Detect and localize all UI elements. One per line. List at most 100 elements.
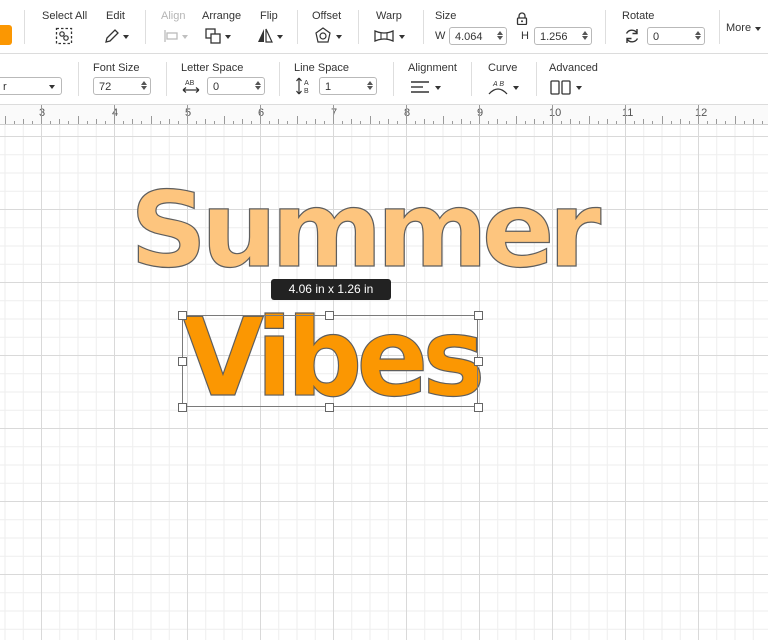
offset-caret-icon <box>336 35 342 39</box>
separator <box>166 62 167 96</box>
align-button[interactable]: Align <box>155 0 195 53</box>
separator <box>536 62 537 96</box>
offset-label: Offset <box>312 10 342 22</box>
alignment-button[interactable]: Alignment <box>405 54 463 102</box>
ruler-tick <box>670 121 672 124</box>
ruler-tick <box>296 116 298 124</box>
ruler-tick <box>150 116 152 124</box>
arrange-label: Arrange <box>202 10 242 22</box>
ruler-tick <box>232 121 234 124</box>
ruler-number: 11 <box>622 107 634 119</box>
letter-space-stepper[interactable] <box>254 80 262 94</box>
letter-space-input[interactable]: 0 <box>207 77 265 95</box>
ruler-tick <box>570 119 572 124</box>
rotate-stepper[interactable] <box>694 30 702 44</box>
height-label: H <box>521 30 529 42</box>
advanced-button[interactable]: Advanced <box>546 54 606 102</box>
ruler-tick <box>634 121 636 124</box>
width-input[interactable]: 4.064 <box>449 27 507 45</box>
warp-button[interactable]: Warp <box>368 0 416 53</box>
ruler-tick <box>168 119 170 124</box>
ruler-tick <box>488 121 490 124</box>
separator <box>279 62 280 96</box>
curve-caret-icon <box>513 86 519 90</box>
selection-box[interactable] <box>182 315 478 407</box>
ruler-tick <box>707 121 709 124</box>
align-left-icon <box>411 81 429 93</box>
summer-text[interactable]: Summer <box>129 177 601 282</box>
ruler-tick <box>95 119 97 124</box>
flip-icon <box>258 28 273 43</box>
line-space-icon: A B <box>296 77 309 95</box>
font-size-input[interactable]: 72 <box>93 77 151 95</box>
curve-button[interactable]: Curve A B <box>484 54 528 102</box>
resize-handle-right[interactable] <box>474 357 483 366</box>
ruler-tick <box>123 121 125 124</box>
arrange-button[interactable]: Arrange <box>198 0 246 53</box>
ruler-tick <box>433 121 435 124</box>
alignment-caret-icon <box>435 86 441 90</box>
resize-handle-bottom[interactable] <box>325 403 334 412</box>
ruler-tick <box>661 116 663 124</box>
resize-handle-top-right[interactable] <box>474 311 483 320</box>
font-style-select[interactable]: r <box>0 77 62 95</box>
ruler-tick <box>588 116 590 124</box>
more-button[interactable]: More <box>724 18 768 38</box>
ruler-tick <box>278 119 280 124</box>
ruler-tick <box>743 121 745 124</box>
ruler-tick <box>59 119 61 124</box>
resize-handle-bottom-left[interactable] <box>178 403 187 412</box>
offset-button[interactable]: Offset <box>307 0 351 53</box>
height-input[interactable]: 1.256 <box>534 27 592 45</box>
ruler-tick <box>552 105 553 124</box>
ruler-tick <box>451 121 453 124</box>
ruler-number: 5 <box>185 107 192 119</box>
color-swatch[interactable] <box>0 25 12 45</box>
ruler-tick <box>378 121 380 124</box>
ruler-number: 10 <box>549 107 562 119</box>
ruler-number: 7 <box>331 107 338 119</box>
letter-space-label: Letter Space <box>181 62 244 74</box>
more-caret-icon <box>755 27 761 31</box>
ruler-tick <box>205 119 207 124</box>
ruler-tick <box>506 121 508 124</box>
lock-icon[interactable] <box>516 12 528 25</box>
ruler-tick <box>734 116 736 124</box>
ruler-tick <box>250 121 252 124</box>
ruler-tick <box>679 119 681 124</box>
select-all-icon <box>55 27 73 45</box>
separator <box>297 10 298 44</box>
ruler-tick <box>716 119 718 124</box>
line-space-input[interactable]: 1 <box>319 77 377 95</box>
ruler-tick <box>615 121 617 124</box>
separator <box>471 62 472 96</box>
ruler-tick <box>314 119 316 124</box>
line-space-stepper[interactable] <box>366 80 374 94</box>
ruler-number: 12 <box>695 107 708 119</box>
separator <box>719 10 720 44</box>
resize-handle-top[interactable] <box>325 311 334 320</box>
flip-button[interactable]: Flip <box>252 0 290 53</box>
edit-button[interactable]: Edit <box>98 0 138 53</box>
more-label: More <box>726 22 752 34</box>
resize-handle-bottom-right[interactable] <box>474 403 483 412</box>
ruler-tick <box>305 121 307 124</box>
rotate-input[interactable]: 0 <box>647 27 705 45</box>
advanced-label: Advanced <box>549 62 598 74</box>
size-tooltip: 4.06 in x 1.26 in <box>271 279 391 300</box>
ruler-tick <box>241 119 243 124</box>
ruler-tick <box>688 121 690 124</box>
ruler-tick <box>351 119 353 124</box>
warp-icon <box>374 30 394 42</box>
arrange-caret-icon <box>225 35 231 39</box>
horizontal-ruler: 3 4 5 6 7 8 9 10 11 12 <box>0 105 768 125</box>
resize-handle-left[interactable] <box>178 357 187 366</box>
height-stepper[interactable] <box>581 30 589 44</box>
ruler-number: 8 <box>404 107 411 119</box>
width-stepper[interactable] <box>496 30 504 44</box>
select-all-button[interactable]: Select All <box>36 0 96 53</box>
resize-handle-top-left[interactable] <box>178 311 187 320</box>
font-style-value: r <box>3 81 7 93</box>
font-style-caret-icon <box>49 85 55 89</box>
font-size-stepper[interactable] <box>140 80 148 94</box>
